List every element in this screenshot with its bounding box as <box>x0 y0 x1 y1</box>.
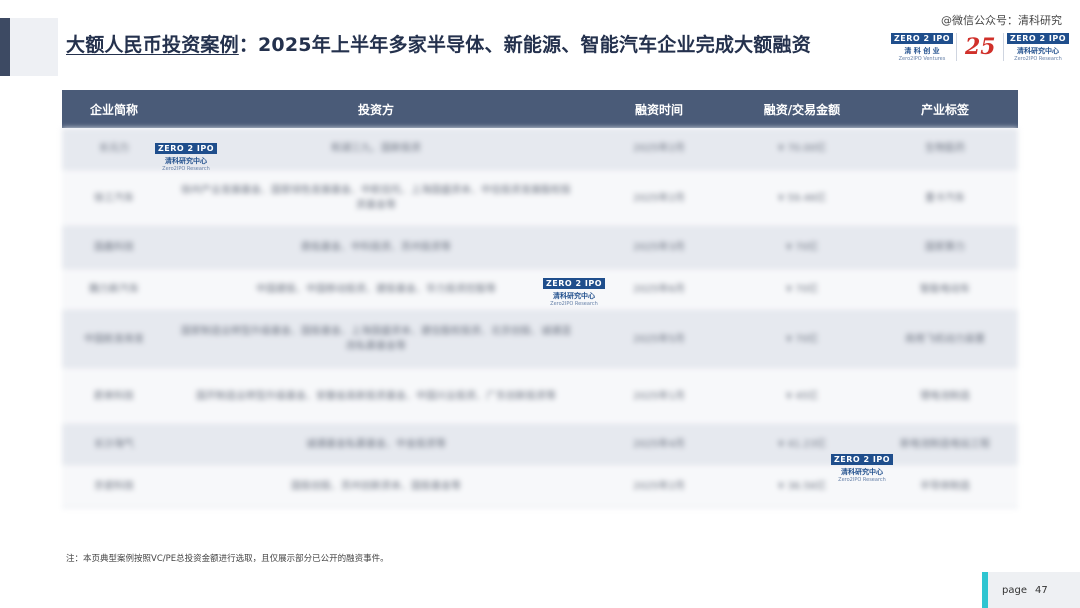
cell-investors: 国家制造业转型升级基金、国投基金、上海国盛资本、建信股权投资、北京创投、诚通混改… <box>181 326 571 352</box>
table-row: 徐工汽车 徐州产业发展基金、国家绿色发展基金、中航信托、上海国盛资本、中信投资发… <box>62 170 1018 227</box>
cell-investors: 和湖三九、国新投资 <box>331 143 421 154</box>
cell-investors: 中国建投、中国移动投资、建投基金、华力投资控股等 <box>256 284 496 295</box>
zero2ipo-research-watermark-logo: ZERO 2 IPO 清科研究中心 Zero2IPO Research <box>831 454 894 483</box>
header-amount: 融资/交易金额 <box>763 102 841 117</box>
logo-divider <box>956 33 957 61</box>
cell-investors: 诚通基金私募基金、中金投资等 <box>306 439 446 450</box>
cell-industry-tag: 重卡汽车 <box>925 192 965 204</box>
cell-amount: ¥ 70.00亿 <box>777 143 827 154</box>
header-date: 融资时间 <box>634 102 683 117</box>
cell-amount: ¥ 41.23亿 <box>777 439 827 450</box>
cell-date: 2025年2月 <box>633 143 685 154</box>
zero2ipo-ventures-logo: ZERO 2 IPO 清 科 创 业 Zero2IPO Ventures <box>891 32 954 62</box>
header-industry-tag: 产业标签 <box>920 102 969 117</box>
cell-date: 2025年3月 <box>633 242 685 253</box>
cell-date: 2025年5月 <box>633 333 685 345</box>
cell-date: 2025年6月 <box>633 284 685 295</box>
table-row: 中国航发商发 国家制造业转型升级基金、国投基金、上海国盛资本、建信股权投资、北京… <box>62 311 1018 368</box>
table-header: 企业简称 投资方 融资时间 融资/交易金额 产业标签 <box>62 90 1018 128</box>
cell-industry-tag: 国家算力 <box>925 242 965 253</box>
cell-industry-tag: 智能电动车 <box>920 284 970 295</box>
page-label: page <box>1002 584 1027 596</box>
cell-company: 长元力 <box>99 143 129 154</box>
footnote: 注：本页典型案例按照VC/PE总投资金额进行选取，且仅展示部分已公开的融资事件。 <box>66 554 389 564</box>
zero2ipo-research-watermark-logo: ZERO 2 IPO 清科研究中心 Zero2IPO Research <box>155 143 218 172</box>
zero2ipo-research-logo: ZERO 2 IPO 清科研究中心 Zero2IPO Research <box>1007 32 1070 62</box>
cell-company: 蔚来科技 <box>94 390 134 402</box>
cell-amount: ¥ 70亿 <box>785 333 819 345</box>
wechat-watermark: @微信公众号：清科研究 <box>941 14 1062 27</box>
table-row: 蔚来科技 国开制造业转型升级基金、安徽省高新投资基金、中国兴业投资、广东创新投资… <box>62 368 1018 425</box>
cell-date: 2025年4月 <box>633 439 685 450</box>
header-company: 企业简称 <box>89 102 138 117</box>
cell-industry-tag: 半导体制造 <box>920 480 970 492</box>
cell-investors: 国投创投、苏州创新资本、国投基金等 <box>291 480 461 492</box>
cell-industry-tag: 生物医药 <box>925 143 965 154</box>
page-title-rest: ：2025年上半年多家半导体、新能源、智能汽车企业完成大额融资 <box>238 34 811 56</box>
header-investors: 投资方 <box>357 102 394 117</box>
cell-date: 2025年1月 <box>633 390 685 402</box>
cell-amount: ¥ 70亿 <box>785 242 819 253</box>
cell-company: 中国航发商发 <box>84 333 144 345</box>
logo-divider <box>1003 33 1004 61</box>
cell-company: 长沙海气 <box>94 439 134 450</box>
cell-amount: ¥ 59.46亿 <box>777 192 827 204</box>
page-title-main: 大额人民币投资案例 <box>66 34 239 56</box>
cell-date: 2025年2月 <box>633 192 685 204</box>
cell-amount: ¥ 45亿 <box>785 390 819 402</box>
zero2ipo-research-watermark-logo: ZERO 2 IPO 清科研究中心 Zero2IPO Research <box>543 278 606 307</box>
header-logos: ZERO 2 IPO 清 科 创 业 Zero2IPO Ventures 25 … <box>891 30 1070 64</box>
cell-investors: 国开制造业转型升级基金、安徽省高新投资基金、中国兴业投资、广东创新投资等 <box>196 390 556 402</box>
page-number-box: page 47 <box>988 572 1080 608</box>
cell-industry-tag: 锂电池制造 <box>920 390 970 402</box>
table-row: 国鑫科技 鼎佑基金、中科投资、苏州投资等 2025年3月 ¥ 70亿 国家算力 <box>62 227 1018 269</box>
page-title: 大额人民币投资案例：2025年上半年多家半导体、新能源、智能汽车企业完成大额融资 <box>66 30 811 57</box>
cell-amount: ¥ 70亿 <box>785 284 819 295</box>
cell-industry-tag: 新电池制造电站工程 <box>900 439 990 450</box>
cell-company: 魏力新汽车 <box>89 284 139 295</box>
cell-company: 国鑫科技 <box>94 242 134 253</box>
title-accent-bar <box>0 18 10 76</box>
cell-industry-tag: 商用飞机动力装置 <box>905 333 985 345</box>
cell-investors: 鼎佑基金、中科投资、苏州投资等 <box>301 242 451 253</box>
page-number: 47 <box>1034 584 1048 596</box>
cell-investors: 徐州产业发展基金、国家绿色发展基金、中航信托、上海国盛资本、中信投资发展股权投资… <box>181 185 571 211</box>
cell-company: 京瓷科技 <box>94 480 134 492</box>
title-accent-block <box>10 18 58 76</box>
table-body: 长元力 和湖三九、国新投资 2025年2月 ¥ 70.00亿 生物医药 徐工汽车… <box>62 128 1018 508</box>
cell-date: 2025年2月 <box>633 480 685 492</box>
table-row: 魏力新汽车 中国建投、中国移动投资、建投基金、华力投资控股等 2025年6月 ¥… <box>62 269 1018 311</box>
anniversary-25-badge: 25 <box>965 34 996 60</box>
cell-company: 徐工汽车 <box>94 192 134 204</box>
